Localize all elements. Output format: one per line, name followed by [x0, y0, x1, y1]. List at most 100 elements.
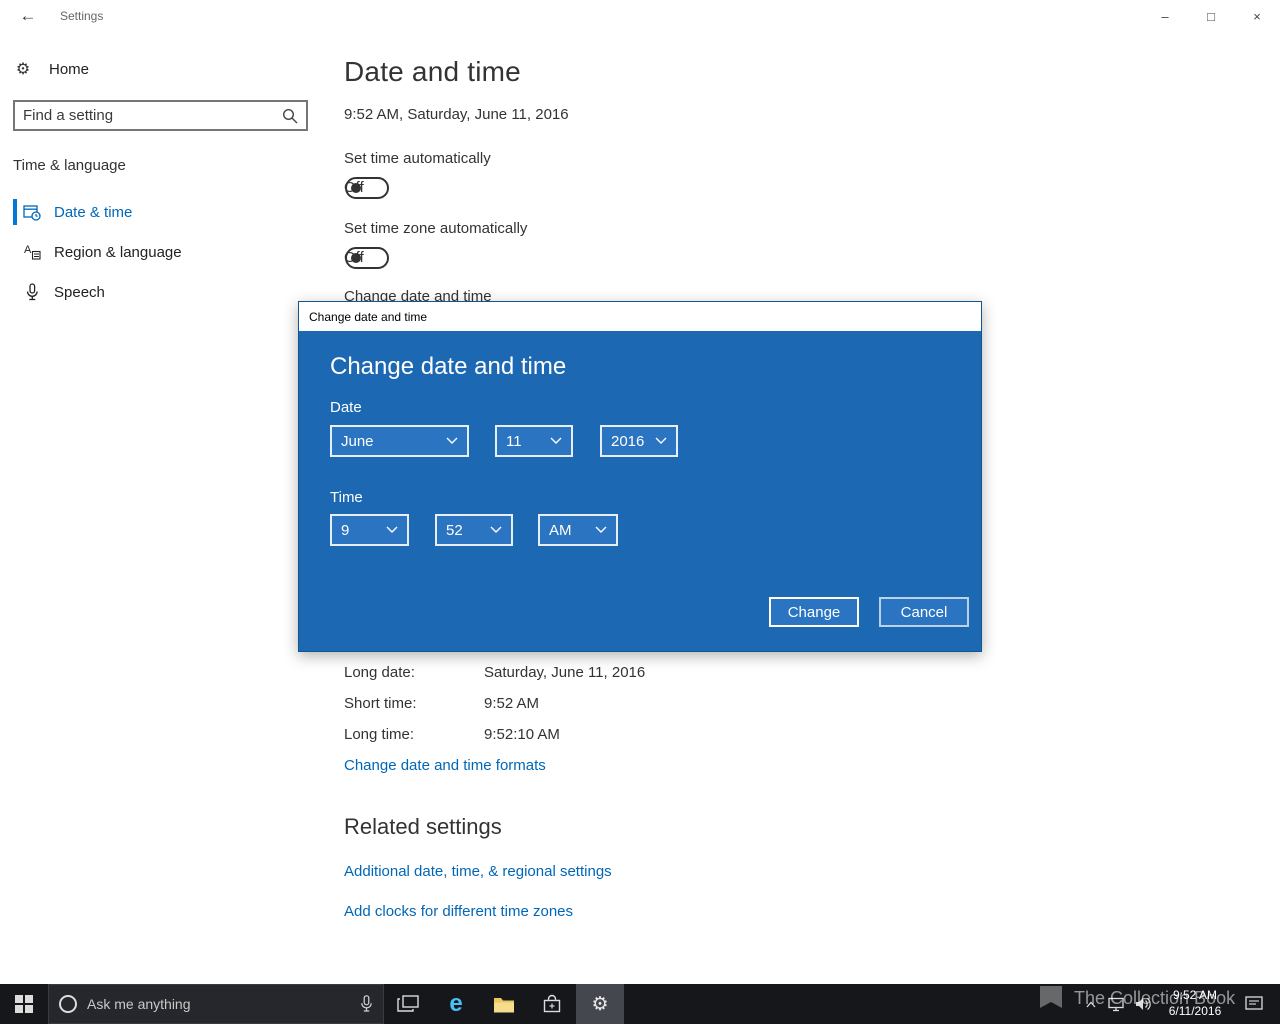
search-input[interactable] [15, 107, 274, 124]
settings-window: ← Settings – □ × ⚙ Home Time & language [0, 0, 1280, 1024]
add-clocks-link[interactable]: Add clocks for different time zones [344, 903, 573, 920]
chevron-down-icon [550, 437, 562, 444]
task-view-button[interactable] [384, 984, 432, 1024]
format-label: Long date: [344, 664, 415, 681]
system-tray: 9:52 AM 6/11/2016 [1078, 984, 1280, 1024]
chevron-down-icon [490, 526, 502, 533]
chevron-down-icon [595, 526, 607, 533]
format-value: Saturday, June 11, 2016 [484, 664, 646, 681]
year-dropdown[interactable]: 2016 [600, 425, 678, 457]
taskbar-search-input[interactable] [87, 996, 350, 1012]
sidebar-item-date-time[interactable]: Date & time [0, 192, 330, 232]
sidebar-item-region-language[interactable]: A Region & language [0, 232, 330, 272]
time-label: Time [330, 489, 363, 506]
dialog-heading: Change date and time [330, 353, 567, 380]
nav-item-label: Date & time [54, 203, 133, 221]
gear-icon: ⚙ [591, 993, 609, 1015]
start-button[interactable] [0, 984, 48, 1024]
speaker-icon [1135, 998, 1151, 1010]
format-label: Short time: [344, 695, 417, 712]
cortana-icon [59, 995, 77, 1013]
chevron-down-icon [655, 437, 667, 444]
format-row-long-date: Long date: Saturday, June 11, 2016 [344, 664, 645, 681]
format-value: 9:52:10 AM [484, 726, 560, 743]
network-icon [1108, 997, 1124, 1011]
tray-expand-button[interactable] [1078, 984, 1104, 1024]
taskbar-clock[interactable]: 9:52 AM 6/11/2016 [1156, 988, 1234, 1019]
minute-value: 52 [446, 521, 463, 539]
sidebar-item-speech[interactable]: Speech [0, 272, 330, 312]
nav-item-label: Region & language [54, 243, 182, 261]
titlebar: ← Settings – □ × [0, 0, 1280, 32]
current-datetime: 9:52 AM, Saturday, June 11, 2016 [344, 106, 569, 123]
page-title: Date and time [344, 56, 521, 87]
day-value: 11 [506, 432, 522, 450]
close-icon: × [1253, 8, 1261, 24]
back-button[interactable]: ← [8, 0, 48, 32]
file-explorer-button[interactable] [480, 984, 528, 1024]
ampm-dropdown[interactable]: AM [538, 514, 618, 546]
store-button[interactable] [528, 984, 576, 1024]
format-row-short-time: Short time: 9:52 AM [344, 695, 539, 712]
minimize-button[interactable]: – [1142, 0, 1188, 32]
cortana-search-box[interactable] [48, 984, 384, 1024]
date-label: Date [330, 399, 362, 416]
action-center-button[interactable] [1234, 984, 1274, 1024]
task-view-icon [397, 995, 419, 1012]
back-arrow-icon: ← [19, 6, 37, 25]
format-value: 9:52 AM [484, 695, 540, 712]
maximize-button[interactable]: □ [1188, 0, 1234, 32]
dialog-window-title: Change date and time [309, 309, 428, 324]
dialog-titlebar[interactable]: Change date and time [299, 302, 981, 331]
additional-settings-link[interactable]: Additional date, time, & regional settin… [344, 863, 612, 880]
gear-icon: ⚙ [15, 61, 31, 78]
search-icon [274, 108, 306, 124]
month-value: June [341, 432, 374, 450]
change-date-time-dialog: Change date and time Change date and tim… [298, 301, 982, 652]
sidebar-section-label: Time & language [13, 157, 126, 174]
format-row-long-time: Long time: 9:52:10 AM [344, 726, 560, 743]
taskbar: e ⚙ 9:52 AM 6/11/2016 [0, 984, 1280, 1024]
edge-icon: e [449, 990, 463, 1017]
close-button[interactable]: × [1234, 0, 1280, 32]
dialog-body: Change date and time Date June 11 2016 T… [299, 331, 981, 651]
calendar-clock-icon [22, 203, 42, 221]
sidebar: ⚙ Home Time & language Date & time A [0, 32, 330, 984]
day-dropdown[interactable]: 11 [495, 425, 573, 457]
cancel-button[interactable]: Cancel [879, 597, 969, 627]
svg-text:A: A [24, 244, 32, 256]
sidebar-nav: Date & time A Region & language Speech [0, 192, 330, 312]
settings-taskbar-button[interactable]: ⚙ [576, 984, 624, 1024]
clock-time: 9:52 AM [1172, 988, 1218, 1003]
store-bag-icon [543, 994, 561, 1013]
home-label: Home [49, 60, 90, 78]
selected-accent-bar [13, 199, 17, 225]
minute-dropdown[interactable]: 52 [435, 514, 513, 546]
set-zone-auto-state: Off [344, 249, 364, 266]
sidebar-item-home[interactable]: ⚙ Home [13, 53, 89, 85]
set-time-auto-state: Off [344, 179, 364, 196]
microphone-icon[interactable] [360, 995, 373, 1013]
volume-button[interactable] [1130, 984, 1156, 1024]
nav-item-label: Speech [54, 283, 105, 301]
format-label: Long time: [344, 726, 415, 743]
year-value: 2016 [611, 432, 645, 450]
change-formats-link[interactable]: Change date and time formats [344, 757, 546, 774]
app-title: Settings [60, 9, 104, 23]
chevron-down-icon [386, 526, 398, 533]
microphone-icon [22, 283, 42, 301]
chevron-up-icon [1086, 1001, 1096, 1007]
chevron-down-icon [446, 437, 458, 444]
hour-dropdown[interactable]: 9 [330, 514, 409, 546]
edge-button[interactable]: e [432, 984, 480, 1024]
windows-logo-icon [15, 995, 33, 1013]
folder-icon [494, 997, 514, 1012]
settings-search-box[interactable] [13, 100, 308, 131]
action-center-icon [1245, 996, 1263, 1010]
month-dropdown[interactable]: June [330, 425, 469, 457]
hour-value: 9 [341, 521, 350, 539]
window-controls: – □ × [1142, 0, 1280, 32]
change-button[interactable]: Change [769, 597, 859, 627]
maximize-icon: □ [1207, 8, 1215, 24]
network-status-button[interactable] [1104, 984, 1130, 1024]
